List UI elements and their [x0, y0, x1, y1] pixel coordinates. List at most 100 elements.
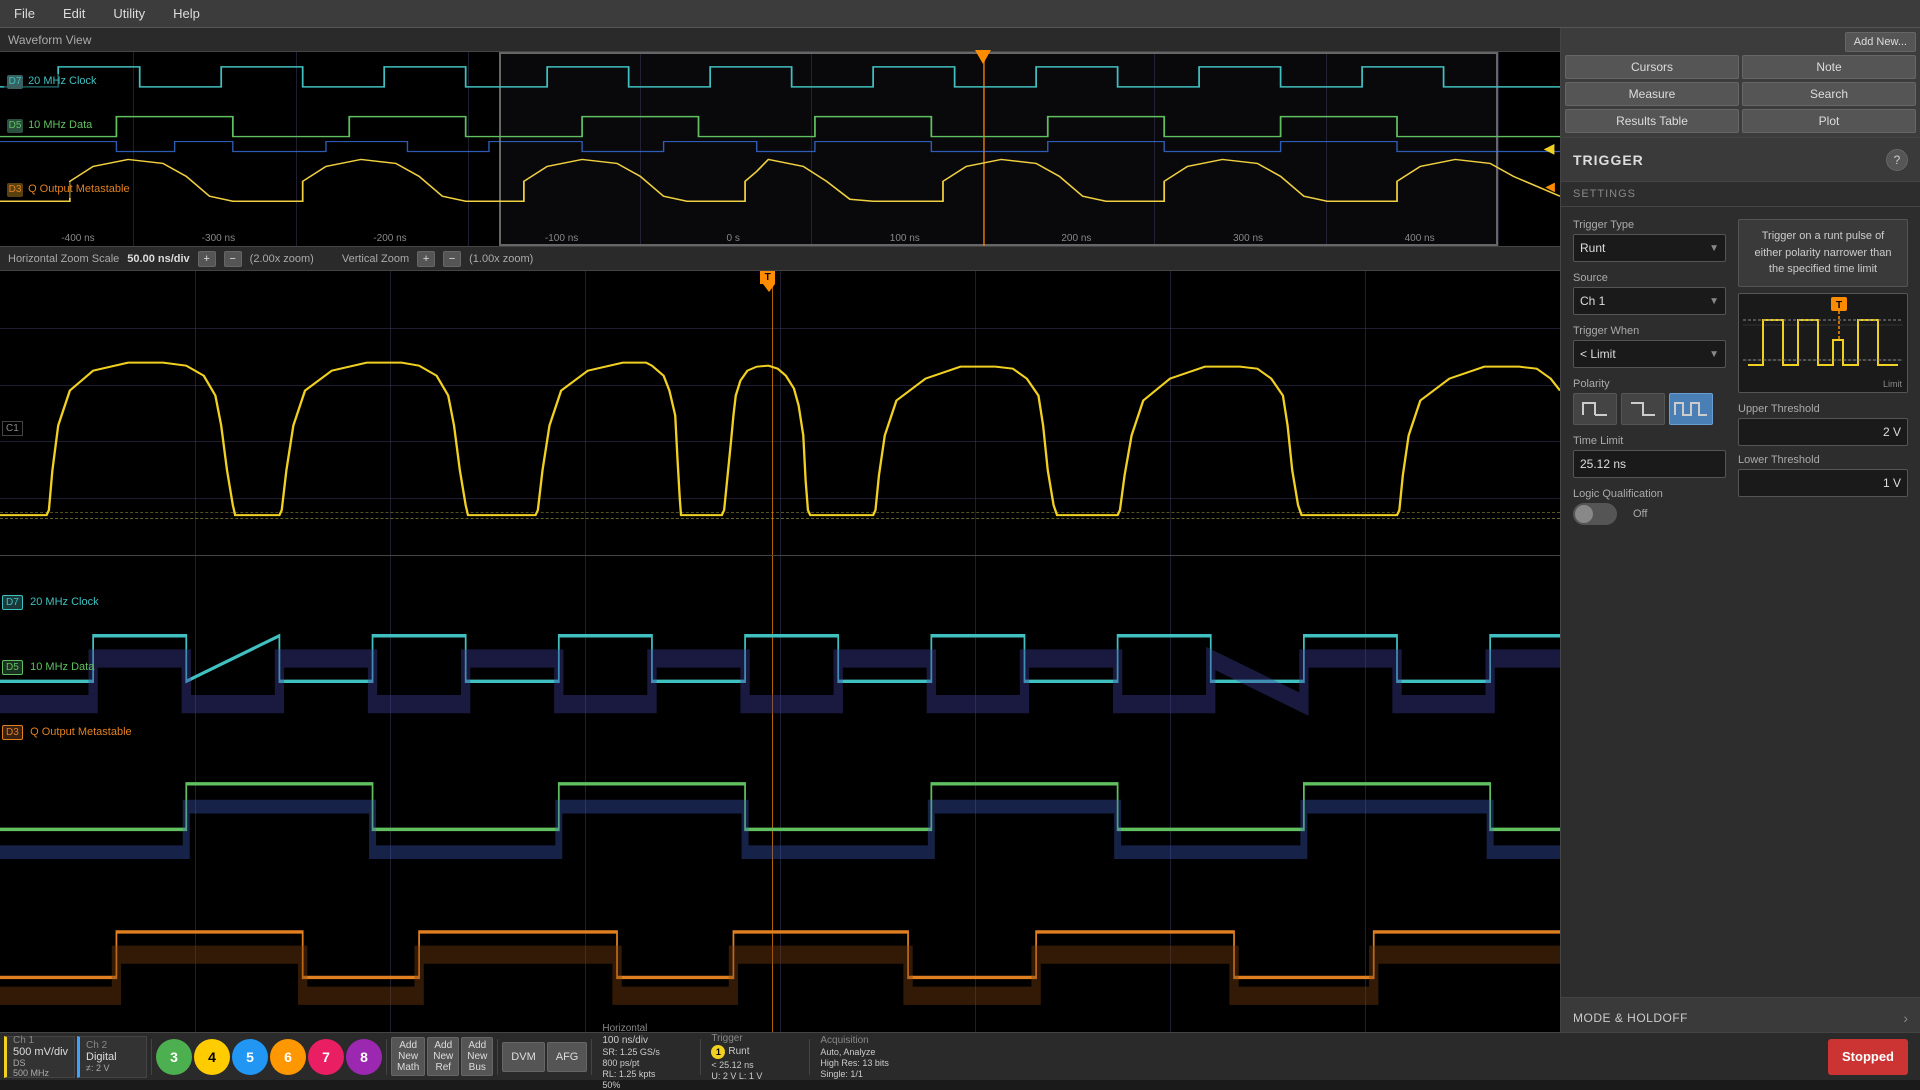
cursors-button[interactable]: Cursors — [1565, 55, 1739, 79]
v-zoom-out[interactable]: − — [443, 251, 461, 267]
menu-utility[interactable]: Utility — [107, 4, 151, 23]
polarity-neg-button[interactable] — [1621, 393, 1665, 425]
right-marker: ◄ — [1540, 139, 1558, 160]
trigger-when-label: Trigger When — [1573, 325, 1726, 337]
logic-qual-toggle[interactable] — [1573, 503, 1617, 525]
trigger-diagram: T Limit — [1738, 293, 1908, 393]
horizontal-tbase: 100 ns/div — [602, 1035, 690, 1046]
horizontal-zoom: 50% — [602, 1080, 690, 1090]
upper-threshold-input[interactable] — [1738, 418, 1908, 446]
acq-res: High Res: 13 bits — [820, 1058, 908, 1068]
trigger-info-label: Trigger — [711, 1033, 799, 1044]
menu-bar: File Edit Utility Help — [0, 0, 1920, 28]
ch6-button[interactable]: 6 — [270, 1039, 306, 1075]
trigger-section-header: TRIGGER ? — [1561, 138, 1920, 182]
note-button[interactable]: Note — [1742, 55, 1916, 79]
time-label-4: -100 ns — [545, 233, 578, 244]
add-new-button[interactable]: Add New... — [1845, 32, 1916, 52]
svg-text:Limit: Limit — [1883, 379, 1903, 389]
afg-button[interactable]: AFG — [547, 1042, 588, 1072]
trigger-left: Trigger Type Runt ▼ Source Ch 1 ▼ — [1573, 219, 1726, 602]
horizontal-rl: RL: 1.25 kpts — [602, 1069, 690, 1079]
trigger-type-arrow: ▼ — [1709, 243, 1719, 254]
waveform-area: Waveform View — [0, 28, 1560, 1080]
v-zoom-in[interactable]: + — [417, 251, 435, 267]
time-label-3: -200 ns — [373, 233, 406, 244]
overview-ch-d5: D5 10 MHz Data — [4, 118, 95, 134]
ch2-type: Digital — [86, 1051, 140, 1063]
menu-help[interactable]: Help — [167, 4, 206, 23]
search-button[interactable]: Search — [1742, 82, 1916, 106]
add-math-button[interactable]: AddNewMath — [391, 1037, 425, 1076]
trigger-description: Trigger on a runt pulse of either polari… — [1738, 219, 1908, 287]
ch2-status-block[interactable]: Ch 2 Digital ≠: 2 V — [77, 1036, 147, 1078]
acq-single: Single: 1/1 — [820, 1069, 908, 1079]
dvm-button[interactable]: DVM — [502, 1042, 544, 1072]
ch3-button[interactable]: 3 — [156, 1039, 192, 1075]
digital-ch-d3: D3 Q Output Metastable — [2, 724, 132, 740]
lower-threshold-label: Lower Threshold — [1738, 454, 1908, 466]
time-label-2: -300 ns — [202, 233, 235, 244]
trigger-info[interactable]: Trigger 1 Runt < 25.12 ns U: 2 V L: 1 V — [705, 1033, 805, 1081]
digital-ch-d5: D5 10 MHz Data — [2, 659, 94, 675]
time-label-7: 200 ns — [1061, 233, 1091, 244]
overview-ch-d3: D3 Q Output Metastable — [4, 182, 133, 198]
waveform-header: Waveform View — [0, 28, 1560, 52]
trigger-right: Trigger on a runt pulse of either polari… — [1738, 219, 1908, 602]
acquisition-info[interactable]: Acquisition Auto, Analyze High Res: 13 b… — [814, 1035, 914, 1079]
logic-qual-field: Logic Qualification Off — [1573, 488, 1726, 525]
analog-panel[interactable]: T C1 — [0, 271, 1560, 556]
polarity-both-button[interactable] — [1669, 393, 1713, 425]
trigger-when-field: Trigger When < Limit ▼ — [1573, 325, 1726, 368]
h-zoom-in[interactable]: + — [198, 251, 216, 267]
trigger-type-field: Trigger Type Runt ▼ — [1573, 219, 1726, 262]
settings-label: SETTINGS — [1561, 182, 1920, 207]
ch1-coupling: DS — [13, 1058, 68, 1068]
time-label-5: 0 s — [727, 233, 740, 244]
ch4-button[interactable]: 4 — [194, 1039, 230, 1075]
digital-panel[interactable]: D7 20 MHz Clock D5 10 MHz Data D3 Q Outp… — [0, 556, 1560, 1080]
time-limit-field: Time Limit — [1573, 435, 1726, 478]
source-arrow: ▼ — [1709, 296, 1719, 307]
digital-ch-d7: D7 20 MHz Clock — [2, 594, 99, 610]
overview-panel[interactable]: D7 20 MHz Clock D5 10 MHz Data D3 Q Outp… — [0, 52, 1560, 247]
plot-button[interactable]: Plot — [1742, 109, 1916, 133]
time-label-6: 100 ns — [890, 233, 920, 244]
source-dropdown[interactable]: Ch 1 ▼ — [1573, 287, 1726, 315]
polarity-pos-button[interactable] — [1573, 393, 1617, 425]
trigger-type-dropdown[interactable]: Runt ▼ — [1573, 234, 1726, 262]
stopped-button[interactable]: Stopped — [1828, 1039, 1908, 1075]
polarity-buttons — [1573, 393, 1726, 425]
channel-number-buttons: 3 4 5 6 7 8 — [156, 1039, 382, 1075]
time-label-1: -400 ns — [61, 233, 94, 244]
h-zoom-label: Horizontal Zoom Scale — [8, 253, 119, 265]
logic-qual-value: Off — [1633, 508, 1647, 520]
waveform-view-title: Waveform View — [8, 33, 91, 47]
trigger-threshold-info: < 25.12 ns — [711, 1060, 799, 1070]
horizontal-label: Horizontal — [602, 1023, 690, 1034]
ch1-bw: 500 MHz — [13, 1068, 68, 1078]
ch7-button[interactable]: 7 — [308, 1039, 344, 1075]
results-table-button[interactable]: Results Table — [1565, 109, 1739, 133]
lower-threshold-input[interactable] — [1738, 469, 1908, 497]
trigger-voltage-info: U: 2 V L: 1 V — [711, 1071, 799, 1081]
menu-file[interactable]: File — [8, 4, 41, 23]
trigger-body: Trigger Type Runt ▼ Source Ch 1 ▼ — [1561, 207, 1920, 614]
add-ref-button[interactable]: AddNewRef — [427, 1037, 459, 1076]
menu-edit[interactable]: Edit — [57, 4, 91, 23]
ch1-status-block[interactable]: Ch 1 500 mV/div DS 500 MHz — [4, 1036, 75, 1078]
h-zoom-out[interactable]: − — [224, 251, 242, 267]
v-zoom-label: Vertical Zoom — [342, 253, 409, 265]
trigger-when-arrow: ▼ — [1709, 349, 1719, 360]
trigger-help-button[interactable]: ? — [1886, 149, 1908, 171]
mode-holdoff-label: MODE & HOLDOFF — [1573, 1011, 1688, 1025]
ch8-button[interactable]: 8 — [346, 1039, 382, 1075]
add-bus-button[interactable]: AddNewBus — [461, 1037, 493, 1076]
mode-holdoff-section[interactable]: MODE & HOLDOFF › — [1561, 997, 1920, 1037]
measure-button[interactable]: Measure — [1565, 82, 1739, 106]
ch5-button[interactable]: 5 — [232, 1039, 268, 1075]
status-bar: Ch 1 500 mV/div DS 500 MHz Ch 2 Digital … — [0, 1032, 1920, 1080]
trigger-when-dropdown[interactable]: < Limit ▼ — [1573, 340, 1726, 368]
time-limit-input[interactable] — [1573, 450, 1726, 478]
add-buttons: AddNewMath — [391, 1037, 425, 1076]
